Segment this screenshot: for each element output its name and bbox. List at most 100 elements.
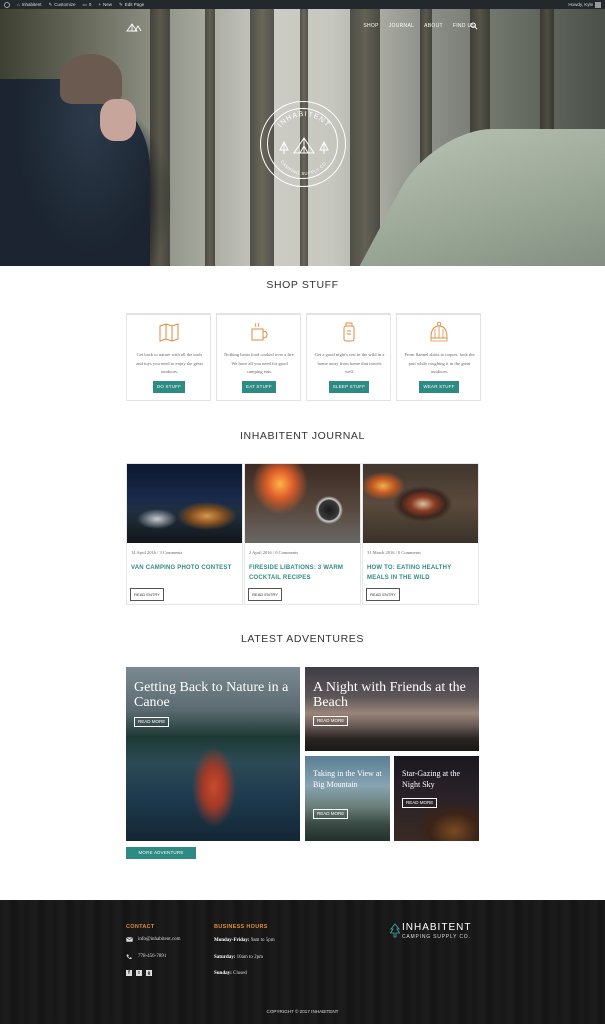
beanie-icon [430, 321, 448, 342]
read-more-button[interactable]: READ MORE [134, 717, 170, 727]
tree-trunk [350, 9, 380, 266]
journal-card: 31 March 2016 / 0 Comments HOW TO: EATIN… [362, 463, 479, 605]
camper-beanie [60, 54, 122, 104]
hero-banner: SHOP JOURNAL ABOUT FIND US INHABITENT CA… [0, 9, 605, 266]
admin-bar-new-label: New [102, 2, 112, 7]
adventures-section-title: LATEST ADVENTURES [240, 633, 364, 645]
read-entry-button[interactable]: READ ENTRY [366, 588, 400, 601]
adventure-title: A Night with Friends at the Beach [313, 680, 466, 710]
copyright: COPYRIGHT © 2017 INHABITENT [266, 1009, 339, 1014]
site-footer: CONTACT info@inhabitent.com 778-456-7891… [0, 900, 605, 1024]
social-links: f t g [126, 970, 152, 976]
admin-bar-edit-label: Edit Page [124, 2, 145, 7]
shop-card-text: Get a good night's rest in the wild in a… [314, 352, 385, 374]
tree-icon [390, 923, 400, 938]
badge-trees-icon [279, 137, 329, 154]
home-icon: ⌂ [17, 2, 20, 7]
shop-card-sleep: Get a good night's rest in the wild in a… [306, 313, 391, 401]
post-title[interactable]: FIRESIDE LIBATIONS: 3 WARM COCKTAIL RECI… [249, 563, 357, 583]
camper-face [100, 99, 136, 141]
van-camping-image[interactable] [127, 464, 242, 543]
search-icon[interactable] [470, 22, 478, 30]
adventure-mountain[interactable]: Taking in the View at Big Mountain READ … [305, 756, 390, 841]
journal-card: 2 April 2016 / 0 Comments FIRESIDE LIBAT… [244, 463, 361, 605]
admin-bar-site[interactable]: ⌂ Inhabitent [17, 2, 42, 7]
shop-card-wear: From flannel shirts to toques, look the … [396, 313, 481, 401]
hours-time: 9am to 5pm [250, 938, 275, 943]
adventure-canoe[interactable]: Getting Back to Nature in a Canoe READ M… [126, 667, 300, 841]
contact-email[interactable]: info@inhabitent.com [138, 937, 181, 942]
shop-card-eat: Nothing beats food cooked over a fire. W… [216, 313, 301, 401]
read-more-button[interactable]: READ MORE [402, 798, 438, 808]
shop-section-title: SHOP STUFF [266, 279, 339, 291]
hours-day: Monday-Friday: [214, 938, 250, 943]
avatar [595, 1, 601, 8]
read-entry-button[interactable]: READ ENTRY [130, 588, 164, 601]
footer-brand: INHABITENT [402, 922, 472, 933]
nav-about[interactable]: ABOUT [424, 23, 443, 29]
adventure-beach[interactable]: A Night with Friends at the Beach READ M… [305, 667, 479, 751]
post-meta: 14 April 2016 / 3 Comments [131, 550, 183, 555]
admin-bar: ⌂ Inhabitent ✎ Customize ▭ 0 + New ✎ Edi… [0, 0, 605, 9]
hours-time: Closed [233, 971, 247, 976]
admin-bar-comments[interactable]: ▭ 0 [83, 2, 92, 8]
shop-card-do: Get back to nature with all the tools an… [126, 313, 211, 401]
admin-bar-customize[interactable]: ✎ Customize [49, 2, 76, 8]
map-icon [159, 323, 179, 342]
post-meta: 2 April 2016 / 0 Comments [249, 550, 299, 555]
mug-icon [251, 322, 268, 341]
admin-bar-site-label: Inhabitent [21, 2, 42, 7]
badge-top-text: INHABITENT [277, 111, 331, 129]
wear-stuff-button[interactable]: WEAR STUFF [419, 381, 459, 393]
journal-card: 14 April 2016 / 3 Comments VAN CAMPING P… [126, 463, 243, 605]
nav-shop[interactable]: SHOP [363, 23, 378, 29]
footer-brand-sub: CAMPING SUPPLY CO. [402, 934, 471, 940]
badge-graphic: INHABITENT CAMPING SUPPLY CO. [277, 111, 331, 176]
shop-card-text: Get back to nature with all the tools an… [136, 352, 203, 374]
lantern-icon [343, 322, 355, 342]
camp-meal-image[interactable] [363, 464, 478, 543]
do-stuff-button[interactable]: DO STUFF [153, 381, 185, 393]
journal-section-title: INHABITENT JOURNAL [240, 430, 365, 442]
post-title[interactable]: HOW TO: EATING HEALTHY MEALS IN THE WILD [367, 563, 475, 583]
tree-trunk [150, 9, 170, 266]
hours-time: 10am to 2pm [236, 955, 264, 960]
pencil-icon: ✎ [118, 1, 123, 7]
more-adventure-button[interactable]: MORE ADVENTURE [126, 847, 196, 859]
comment-icon: ▭ [82, 1, 87, 7]
main-nav: SHOP JOURNAL ABOUT FIND US [363, 23, 475, 29]
read-more-button[interactable]: READ MORE [313, 716, 349, 726]
adventure-stargazing[interactable]: Star-Gazing at the Night Sky READ MORE [394, 756, 479, 841]
twitter-icon[interactable]: t [136, 970, 142, 976]
admin-bar-comments-count: 0 [88, 2, 92, 7]
facebook-icon[interactable]: f [126, 970, 132, 976]
adventure-title: Getting Back to Nature in a Canoe [134, 680, 289, 710]
plus-icon: + [98, 2, 101, 7]
fireside-drinks-image[interactable] [245, 464, 360, 543]
read-more-button[interactable]: READ MORE [313, 809, 349, 819]
badge-bottom-text: CAMPING SUPPLY CO. [280, 159, 329, 176]
tent-logo-icon[interactable] [126, 22, 142, 32]
hero-logo-badge: INHABITENT CAMPING SUPPLY CO. [260, 101, 346, 187]
contact-heading: CONTACT [126, 924, 155, 930]
admin-bar-account[interactable]: Howdy, Kyle [568, 1, 601, 8]
nav-journal[interactable]: JOURNAL [389, 23, 414, 29]
brush-icon: ✎ [48, 1, 53, 7]
eat-stuff-button[interactable]: EAT STUFF [242, 381, 276, 393]
adventure-title: Star-Gazing at the Night Sky [402, 769, 461, 789]
post-title[interactable]: VAN CAMPING PHOTO CONTEST [131, 563, 239, 573]
wordpress-icon[interactable] [4, 1, 10, 8]
admin-bar-edit-page[interactable]: ✎ Edit Page [119, 2, 144, 8]
phone-icon [126, 954, 132, 960]
admin-bar-new[interactable]: + New [98, 2, 112, 7]
sleep-stuff-button[interactable]: SLEEP STUFF [329, 381, 369, 393]
footer-logo[interactable]: INHABITENT CAMPING SUPPLY CO. [390, 922, 482, 942]
hours-heading: BUSINESS HOURS [214, 924, 268, 930]
read-entry-button[interactable]: READ ENTRY [248, 588, 282, 601]
adventure-title: Taking in the View at Big Mountain [313, 769, 382, 789]
tree-trunk [205, 9, 215, 266]
contact-phone[interactable]: 778-456-7891 [138, 954, 166, 959]
google-plus-icon[interactable]: g [146, 970, 152, 976]
hours-day: Sunday: [214, 971, 232, 976]
envelope-icon [126, 937, 133, 942]
